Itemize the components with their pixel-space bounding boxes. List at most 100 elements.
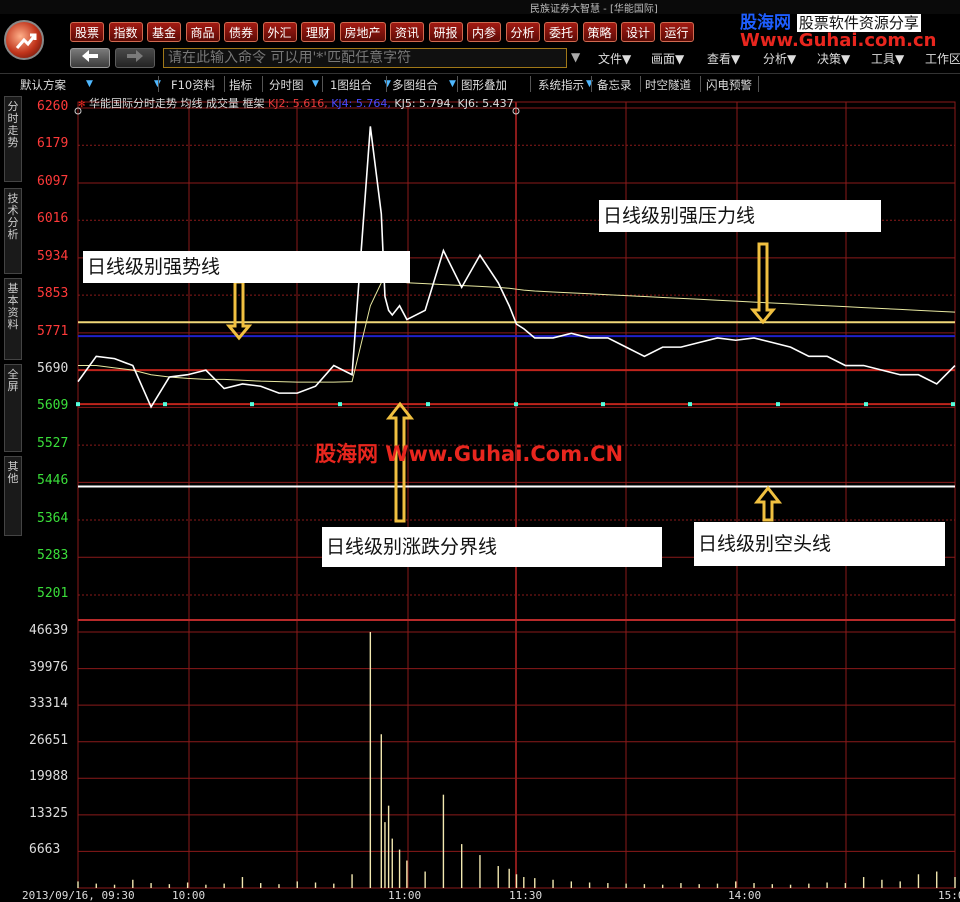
menu-item-5[interactable]: 外汇 bbox=[262, 22, 297, 42]
menu-item-6[interactable]: 理财 bbox=[301, 22, 335, 42]
side-tab-4[interactable]: 其他 bbox=[4, 456, 22, 536]
back-button[interactable] bbox=[70, 48, 110, 68]
header-item-frame[interactable]: 框架 bbox=[243, 97, 265, 110]
kj2-value: KJ2: 5.616, bbox=[268, 97, 328, 110]
price-tick-label: 5446 bbox=[37, 473, 69, 489]
menu-item-9[interactable]: 研报 bbox=[428, 22, 463, 42]
note-divide-line: 日线级别涨跌分界线 bbox=[322, 527, 662, 567]
price-tick-label: 5283 bbox=[37, 548, 69, 564]
menu-item-0[interactable]: 股票 bbox=[70, 22, 104, 42]
toolbar-separator bbox=[322, 76, 323, 92]
price-tick-label: 5527 bbox=[37, 436, 69, 452]
price-tick-label: 5771 bbox=[37, 323, 69, 339]
forward-button[interactable] bbox=[115, 48, 155, 68]
menu-item-4[interactable]: 债券 bbox=[224, 22, 258, 42]
info-marker-icon: ✻ bbox=[78, 100, 86, 110]
kj4-value: KJ4: 5.764, bbox=[331, 97, 391, 110]
dropdown-menu-2[interactable]: 查看▼ bbox=[707, 50, 740, 67]
toolbar-item-6[interactable]: 图形叠加 bbox=[461, 77, 507, 93]
arrow-right-icon bbox=[127, 50, 143, 62]
side-tab-2[interactable]: 基本资料 bbox=[4, 278, 22, 360]
price-tick-label: 5690 bbox=[37, 361, 69, 377]
arrow-down-strong-trend-icon bbox=[225, 280, 253, 341]
volume-tick-label: 46639 bbox=[29, 623, 69, 638]
kj6-value: KJ6: 5.437 bbox=[457, 97, 514, 110]
line-handle bbox=[76, 402, 80, 407]
menu-item-7[interactable]: 房地产 bbox=[339, 22, 386, 42]
toolbar-item-4[interactable]: 1图组合 bbox=[330, 77, 372, 93]
toolbar-separator bbox=[158, 76, 159, 92]
dropdown-menu-1[interactable]: 画面▼ bbox=[651, 50, 684, 67]
toolbar-item-5[interactable]: 多图组合 bbox=[392, 77, 438, 93]
toolbar-item-2[interactable]: 指标 bbox=[229, 77, 252, 93]
toolbar-item-3[interactable]: 分时图 bbox=[269, 77, 304, 93]
dropdown-menu-5[interactable]: 工具▼ bbox=[871, 50, 904, 67]
command-dropdown-icon[interactable]: ▼ bbox=[571, 50, 580, 64]
menu-item-11[interactable]: 分析 bbox=[505, 22, 540, 42]
time-tick-label: 2013/09/16, 09:30 bbox=[22, 889, 135, 902]
toolbar-separator bbox=[386, 76, 387, 92]
toolbar-item-10[interactable]: 闪电预警 bbox=[706, 77, 752, 93]
menu-item-10[interactable]: 内参 bbox=[467, 22, 501, 42]
kj5-value: KJ5: 5.794, bbox=[394, 97, 455, 110]
side-tab-3[interactable]: 全屏 bbox=[4, 364, 22, 452]
toolbar-separator bbox=[640, 76, 641, 92]
toolbar-dropdown-icon[interactable]: ▼ bbox=[312, 79, 319, 89]
note-strong-pressure: 日线级别强压力线 bbox=[599, 200, 881, 232]
window-title: 民族证券大智慧 - [华能国际] bbox=[530, 4, 658, 15]
header-item-volume[interactable]: 成交量 bbox=[206, 97, 239, 110]
volume-tick-label: 6663 bbox=[29, 842, 61, 858]
volume-tick-label: 33314 bbox=[29, 696, 69, 712]
stock-title: 华能国际分时走势 bbox=[89, 97, 178, 110]
line-handle bbox=[951, 402, 955, 407]
price-tick-label: 6260 bbox=[37, 99, 69, 114]
axis-marker-icon bbox=[512, 107, 520, 115]
dropdown-menu-0[interactable]: 文件▼ bbox=[598, 50, 631, 67]
menu-item-1[interactable]: 指数 bbox=[108, 22, 143, 42]
line-handle bbox=[514, 402, 518, 407]
side-tab-0[interactable]: 分时走势 bbox=[4, 96, 22, 182]
toolbar-dropdown-icon[interactable]: ▼ bbox=[449, 79, 456, 89]
price-tick-label: 6016 bbox=[37, 211, 69, 227]
volume-tick-label: 26651 bbox=[29, 732, 69, 748]
toolbar-dropdown-icon[interactable]: ▼ bbox=[86, 79, 93, 89]
side-tab-1[interactable]: 技术分析 bbox=[4, 188, 22, 274]
menu-item-12[interactable]: 委托 bbox=[544, 22, 578, 42]
time-tick-label: 14:00 bbox=[728, 889, 762, 902]
line-handle bbox=[688, 402, 692, 407]
toolbar-item-8[interactable]: 备忘录 bbox=[597, 77, 632, 93]
app-logo[interactable] bbox=[4, 20, 44, 60]
series-average-line bbox=[78, 277, 956, 383]
toolbar-item-0[interactable]: 默认方案 bbox=[20, 77, 66, 93]
toolbar-separator bbox=[700, 76, 701, 92]
line-handle bbox=[864, 402, 868, 407]
toolbar-item-7[interactable]: 系统指示 bbox=[538, 77, 584, 93]
dropdown-menu-6[interactable]: 工作区 bbox=[925, 50, 960, 67]
chart-toolbar: 默认方案 F10资料 指标 分时图 1图组合 多图组合 图形叠加 系统指示 备忘录 时空隧道 闪电预… bbox=[0, 73, 960, 94]
price-tick-label: 5364 bbox=[37, 511, 69, 527]
menu-item-15[interactable]: 运行 bbox=[659, 22, 694, 42]
menu-item-3[interactable]: 商品 bbox=[185, 22, 220, 42]
dropdown-menu-4[interactable]: 决策▼ bbox=[817, 50, 850, 67]
volume-tick-label: 19988 bbox=[29, 769, 69, 785]
price-tick-label: 5934 bbox=[37, 248, 69, 264]
toolbar-separator bbox=[262, 76, 263, 92]
toolbar-item-1[interactable]: F10资料 bbox=[171, 77, 215, 93]
menu-item-14[interactable]: 设计 bbox=[621, 22, 655, 42]
menu-item-13[interactable]: 策略 bbox=[582, 22, 617, 42]
line-handle bbox=[163, 402, 167, 407]
volume-tick-label: 13325 bbox=[29, 805, 69, 821]
line-handle bbox=[338, 402, 342, 407]
toolbar-separator bbox=[457, 76, 458, 92]
command-input[interactable]: 请在此输入命令 可以用'*'匹配任意字符 bbox=[163, 48, 567, 68]
menu-item-8[interactable]: 资讯 bbox=[390, 22, 424, 42]
dropdown-menu-3[interactable]: 分析▼ bbox=[763, 50, 796, 67]
center-watermark: 股海网 Www.Guhai.Com.CN bbox=[315, 442, 624, 466]
toolbar-separator bbox=[530, 76, 531, 92]
toolbar-item-9[interactable]: 时空隧道 bbox=[645, 77, 691, 93]
toolbar-separator bbox=[224, 76, 225, 92]
time-tick-label: 15:0 bbox=[938, 889, 960, 902]
price-tick-label: 5853 bbox=[37, 286, 69, 302]
menu-item-2[interactable]: 基金 bbox=[147, 22, 181, 42]
header-item-avg[interactable]: 均线 bbox=[181, 97, 203, 110]
